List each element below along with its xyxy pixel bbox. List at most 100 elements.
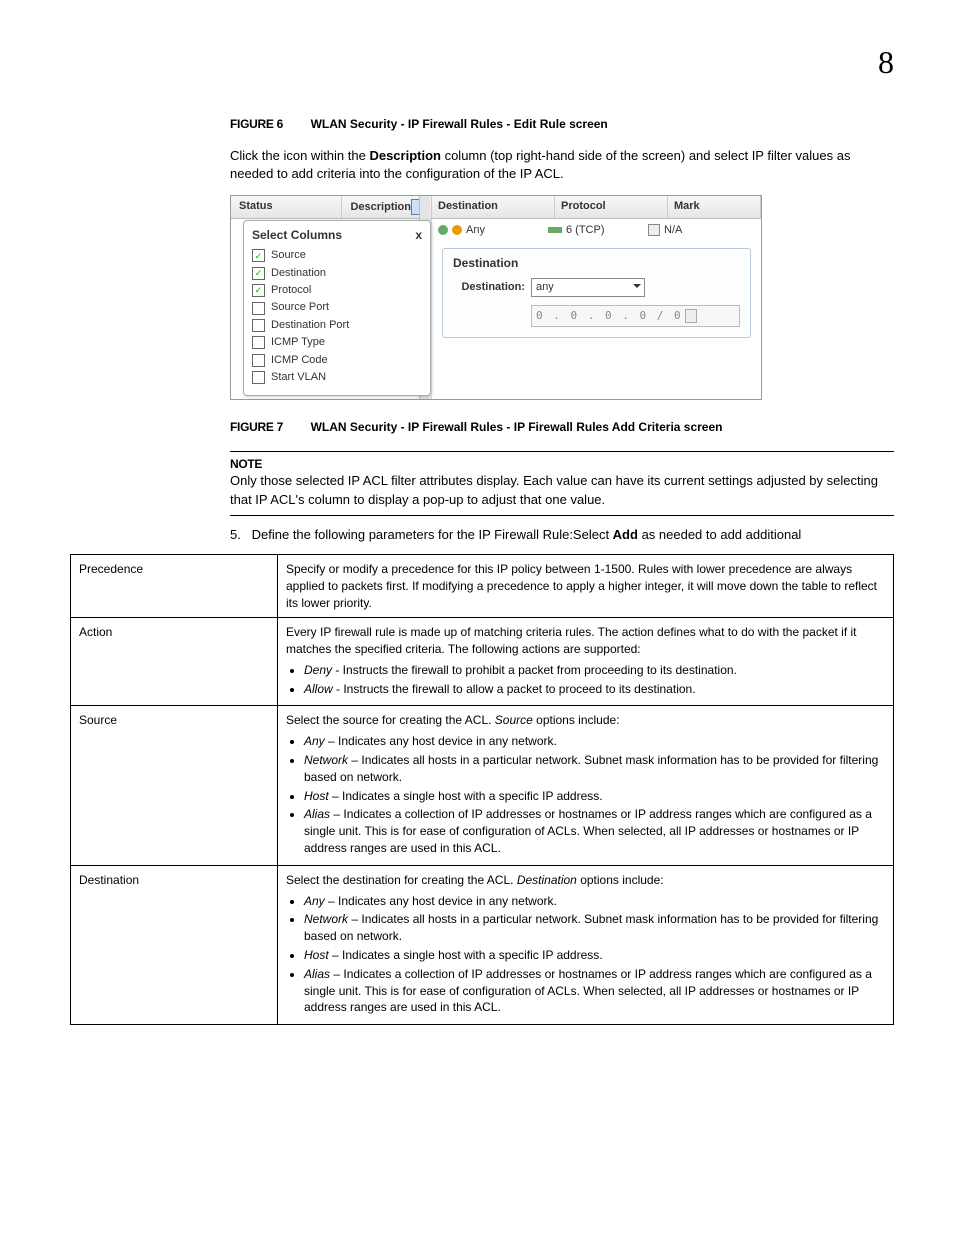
- checkbox-icon[interactable]: [252, 319, 265, 332]
- col-label: ICMP Code: [271, 353, 328, 368]
- checkbox-icon[interactable]: ✓: [252, 249, 265, 262]
- param-name-precedence: Precedence: [71, 554, 278, 617]
- page-number: 8: [60, 40, 894, 85]
- mark-box-icon: [648, 224, 660, 236]
- checkbox-icon[interactable]: [252, 302, 265, 315]
- term: Network: [304, 753, 348, 767]
- desc-list: Deny - Instructs the firewall to prohibi…: [286, 662, 885, 698]
- checkbox-icon[interactable]: ✓: [252, 267, 265, 280]
- header-protocol[interactable]: Protocol: [555, 196, 668, 217]
- list-item: Host – Indicates a single host with a sp…: [304, 947, 885, 964]
- desc-intro: Select the source for creating the ACL.: [286, 713, 495, 727]
- destination-panel-title: Destination: [453, 255, 740, 272]
- figure6-title: WLAN Security - IP Firewall Rules - Edit…: [311, 117, 608, 131]
- header-status[interactable]: Status: [231, 196, 342, 218]
- list-item: Any – Indicates any host device in any n…: [304, 893, 885, 910]
- desc-list: Any – Indicates any host device in any n…: [286, 893, 885, 1017]
- cell-mark: N/A: [664, 223, 682, 238]
- param-desc-precedence: Specify or modify a precedence for this …: [278, 554, 894, 617]
- list-item: Network – Indicates all hosts in a parti…: [304, 752, 885, 786]
- list-item: Network – Indicates all hosts in a parti…: [304, 911, 885, 945]
- status-dot-icon: [452, 225, 462, 235]
- term-text: – Indicates a single host with a specifi…: [329, 948, 603, 962]
- param-name-action: Action: [71, 618, 278, 706]
- popup-close-icon[interactable]: x: [415, 227, 422, 244]
- term-text: – Indicates a single host with a specifi…: [329, 789, 603, 803]
- popup-title: Select Columns: [252, 227, 342, 244]
- step-bold: Add: [613, 527, 638, 542]
- list-item: Allow - Instructs the firewall to allow …: [304, 681, 885, 698]
- checkbox-icon[interactable]: [252, 336, 265, 349]
- table-row: Precedence Specify or modify a precedenc…: [71, 554, 894, 617]
- table-row: Destination Select the destination for c…: [71, 865, 894, 1024]
- term-text: – Indicates a collection of IP addresses…: [304, 807, 872, 855]
- col-option-protocol[interactable]: ✓Protocol: [252, 283, 422, 298]
- ip-address-field[interactable]: 0 . 0 . 0 . 0 / 0: [531, 305, 740, 326]
- ip-value: 0 . 0 . 0 . 0 / 0: [536, 309, 683, 322]
- dropdown-icon[interactable]: [685, 309, 697, 323]
- desc-intro-italic: Source: [495, 713, 533, 727]
- col-option-destination[interactable]: ✓ Destination: [252, 266, 422, 281]
- step-text1: Define the following parameters for the …: [252, 527, 613, 542]
- desc-intro-italic: Destination: [517, 873, 577, 887]
- intro-bold: Description: [369, 148, 441, 163]
- col-option-source-port[interactable]: Source Port: [252, 300, 422, 315]
- term: Host: [304, 789, 329, 803]
- col-option-start-vlan[interactable]: Start VLAN: [252, 370, 422, 385]
- header-mark[interactable]: Mark: [668, 196, 761, 217]
- col-label: ICMP Type: [271, 335, 325, 350]
- figure7-title: WLAN Security - IP Firewall Rules - IP F…: [311, 420, 723, 434]
- term: Alias: [304, 807, 330, 821]
- col-label: Start VLAN: [271, 370, 326, 385]
- destination-panel: Destination Destination: any 0 . 0 . 0 .…: [442, 248, 751, 338]
- param-desc-action: Every IP firewall rule is made up of mat…: [278, 618, 894, 706]
- figure7-label: FIGURE 7: [230, 420, 283, 434]
- list-item: Alias – Indicates a collection of IP add…: [304, 966, 885, 1016]
- header-description-label: Description: [350, 200, 411, 215]
- parameter-table: Precedence Specify or modify a precedenc…: [70, 554, 894, 1025]
- checkbox-icon[interactable]: [252, 371, 265, 384]
- note-block: NOTE Only those selected IP ACL filter a…: [230, 451, 894, 516]
- cell-protocol: 6 (TCP): [566, 223, 605, 238]
- term: Any: [304, 734, 325, 748]
- term: Host: [304, 948, 329, 962]
- term: Any: [304, 894, 325, 908]
- list-item: Deny - Instructs the firewall to prohibi…: [304, 662, 885, 679]
- checkbox-icon[interactable]: [252, 354, 265, 367]
- table-row: Action Every IP firewall rule is made up…: [71, 618, 894, 706]
- header-description[interactable]: Description: [342, 196, 431, 218]
- col-option-icmp-code[interactable]: ICMP Code: [252, 353, 422, 368]
- checkbox-icon[interactable]: ✓: [252, 284, 265, 297]
- col-option-source[interactable]: ✓ Source: [252, 248, 422, 263]
- select-columns-popup: Select Columns x ✓ Source ✓ Destination ✓P…: [243, 220, 431, 396]
- right-header-row: Destination Protocol Mark: [432, 196, 761, 218]
- col-label: Destination: [271, 266, 326, 281]
- destination-select[interactable]: any: [531, 278, 645, 297]
- term-text: – Indicates any host device in any netwo…: [325, 734, 557, 748]
- status-dot-icon: [438, 225, 448, 235]
- step-5: 5. Define the following parameters for t…: [230, 526, 894, 544]
- intro-part1: Click the icon within the: [230, 148, 369, 163]
- figure6-label: FIGURE 6: [230, 117, 283, 131]
- col-option-destination-port[interactable]: Destination Port: [252, 318, 422, 333]
- col-label: Source Port: [271, 300, 329, 315]
- col-label: Source: [271, 248, 306, 263]
- figure6-caption: FIGURE 6 WLAN Security - IP Firewall Rul…: [230, 115, 894, 133]
- list-item: Host – Indicates a single host with a sp…: [304, 788, 885, 805]
- col-option-icmp-type[interactable]: ICMP Type: [252, 335, 422, 350]
- arrow-icon: [548, 227, 562, 233]
- term-text: – Indicates a collection of IP addresses…: [304, 967, 872, 1015]
- data-row[interactable]: Any 6 (TCP) N/A: [432, 219, 761, 242]
- list-item: Alias – Indicates a collection of IP add…: [304, 806, 885, 856]
- destination-field-label: Destination:: [453, 280, 525, 295]
- param-name-destination: Destination: [71, 865, 278, 1024]
- divider: [230, 515, 894, 516]
- param-desc-source: Select the source for creating the ACL. …: [278, 706, 894, 865]
- header-destination[interactable]: Destination: [432, 196, 555, 217]
- note-label: NOTE: [230, 456, 894, 473]
- step-number: 5.: [230, 526, 248, 544]
- term-text: - Instructs the firewall to allow a pack…: [333, 682, 696, 696]
- col-label: Destination Port: [271, 318, 349, 333]
- intro-paragraph: Click the icon within the Description co…: [230, 147, 894, 183]
- step-text2: as needed to add additional: [638, 527, 801, 542]
